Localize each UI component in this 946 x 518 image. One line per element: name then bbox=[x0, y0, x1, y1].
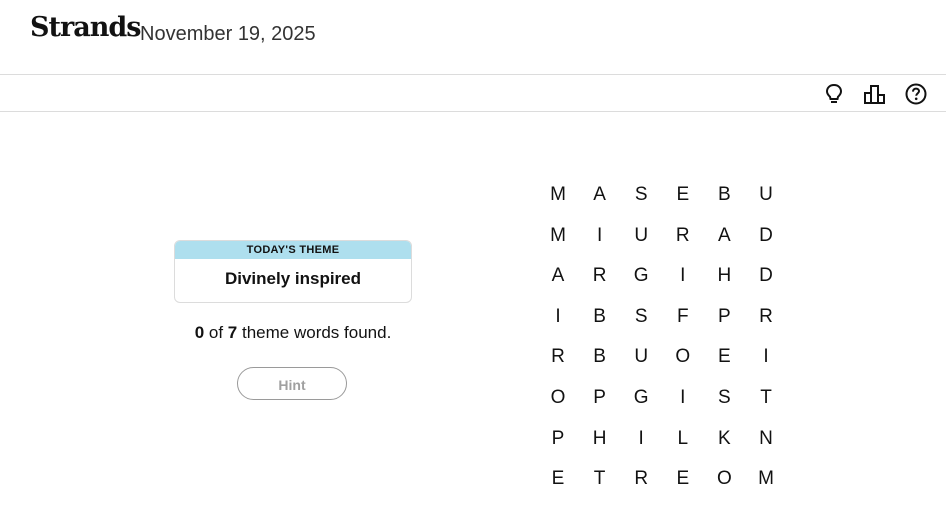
letter-cell[interactable]: I bbox=[668, 261, 698, 291]
letter-cell[interactable]: R bbox=[668, 221, 698, 251]
letter-cell[interactable]: H bbox=[585, 424, 615, 454]
help-button[interactable] bbox=[903, 81, 929, 107]
theme-text: Divinely inspired bbox=[224, 269, 362, 288]
letter-cell[interactable]: N bbox=[751, 424, 781, 454]
theme-card: TODAY'S THEME Divinely inspired bbox=[174, 240, 412, 303]
letter-cell[interactable]: S bbox=[709, 383, 739, 413]
letter-cell[interactable]: U bbox=[626, 342, 656, 372]
puzzle-date: November 19, 2025 bbox=[140, 23, 316, 45]
progress-of: of bbox=[204, 323, 228, 342]
letter-cell[interactable]: T bbox=[585, 464, 615, 494]
help-icon bbox=[905, 83, 927, 105]
strands-page: Strands November 19, 2025 TODAY'S THEME … bbox=[0, 0, 946, 518]
header: Strands November 19, 2025 bbox=[0, 0, 946, 75]
logo: Strands bbox=[30, 12, 141, 43]
theme-label: TODAY'S THEME bbox=[175, 241, 411, 259]
hint-lightbulb-button[interactable] bbox=[821, 81, 847, 107]
letter-cell[interactable]: S bbox=[626, 302, 656, 332]
letter-cell[interactable]: I bbox=[585, 221, 615, 251]
letter-cell[interactable]: G bbox=[626, 261, 656, 291]
letter-cell[interactable]: R bbox=[626, 464, 656, 494]
hint-button[interactable]: Hint bbox=[237, 367, 347, 400]
total-count: 7 bbox=[227, 323, 238, 342]
toolbar bbox=[0, 75, 946, 112]
letter-cell[interactable]: P bbox=[585, 383, 615, 413]
progress-suffix: theme words found. bbox=[237, 323, 392, 342]
letter-cell[interactable]: E bbox=[668, 464, 698, 494]
letter-cell[interactable]: F bbox=[668, 302, 698, 332]
letter-cell[interactable]: R bbox=[585, 261, 615, 291]
letter-cell[interactable]: L bbox=[668, 424, 698, 454]
letter-cell[interactable]: R bbox=[543, 342, 573, 372]
letter-cell[interactable]: P bbox=[543, 424, 573, 454]
letter-cell[interactable]: O bbox=[709, 464, 739, 494]
letter-cell[interactable]: I bbox=[751, 342, 781, 372]
stats-icon bbox=[864, 85, 885, 104]
letter-cell[interactable]: A bbox=[543, 261, 573, 291]
letter-cell[interactable]: I bbox=[626, 424, 656, 454]
letter-cell[interactable]: P bbox=[709, 302, 739, 332]
letter-cell[interactable]: R bbox=[751, 302, 781, 332]
letter-cell[interactable]: T bbox=[751, 383, 781, 413]
letter-cell[interactable]: E bbox=[668, 180, 698, 210]
letter-cell[interactable]: I bbox=[543, 302, 573, 332]
letter-cell[interactable]: E bbox=[709, 342, 739, 372]
progress-text: 0 of 7 theme words found. bbox=[150, 323, 436, 343]
letter-cell[interactable]: G bbox=[626, 383, 656, 413]
letter-cell[interactable]: D bbox=[751, 261, 781, 291]
letter-cell[interactable]: B bbox=[585, 302, 615, 332]
letter-cell[interactable]: M bbox=[543, 221, 573, 251]
stats-button[interactable] bbox=[862, 81, 888, 107]
letter-cell[interactable]: H bbox=[709, 261, 739, 291]
letter-cell[interactable]: U bbox=[626, 221, 656, 251]
found-count: 0 bbox=[194, 323, 205, 342]
letter-cell[interactable]: O bbox=[543, 383, 573, 413]
letter-cell[interactable]: E bbox=[543, 464, 573, 494]
letter-cell[interactable]: A bbox=[585, 180, 615, 210]
letter-cell[interactable]: K bbox=[709, 424, 739, 454]
letter-cell[interactable]: I bbox=[668, 383, 698, 413]
letter-cell[interactable]: A bbox=[709, 221, 739, 251]
letter-cell[interactable]: U bbox=[751, 180, 781, 210]
letter-cell[interactable]: B bbox=[585, 342, 615, 372]
letter-cell[interactable]: D bbox=[751, 221, 781, 251]
letter-cell[interactable]: O bbox=[668, 342, 698, 372]
letter-cell[interactable]: M bbox=[751, 464, 781, 494]
letter-cell[interactable]: B bbox=[709, 180, 739, 210]
letter-cell[interactable]: M bbox=[543, 180, 573, 210]
lightbulb-icon bbox=[825, 83, 843, 103]
letter-cell[interactable]: S bbox=[626, 180, 656, 210]
